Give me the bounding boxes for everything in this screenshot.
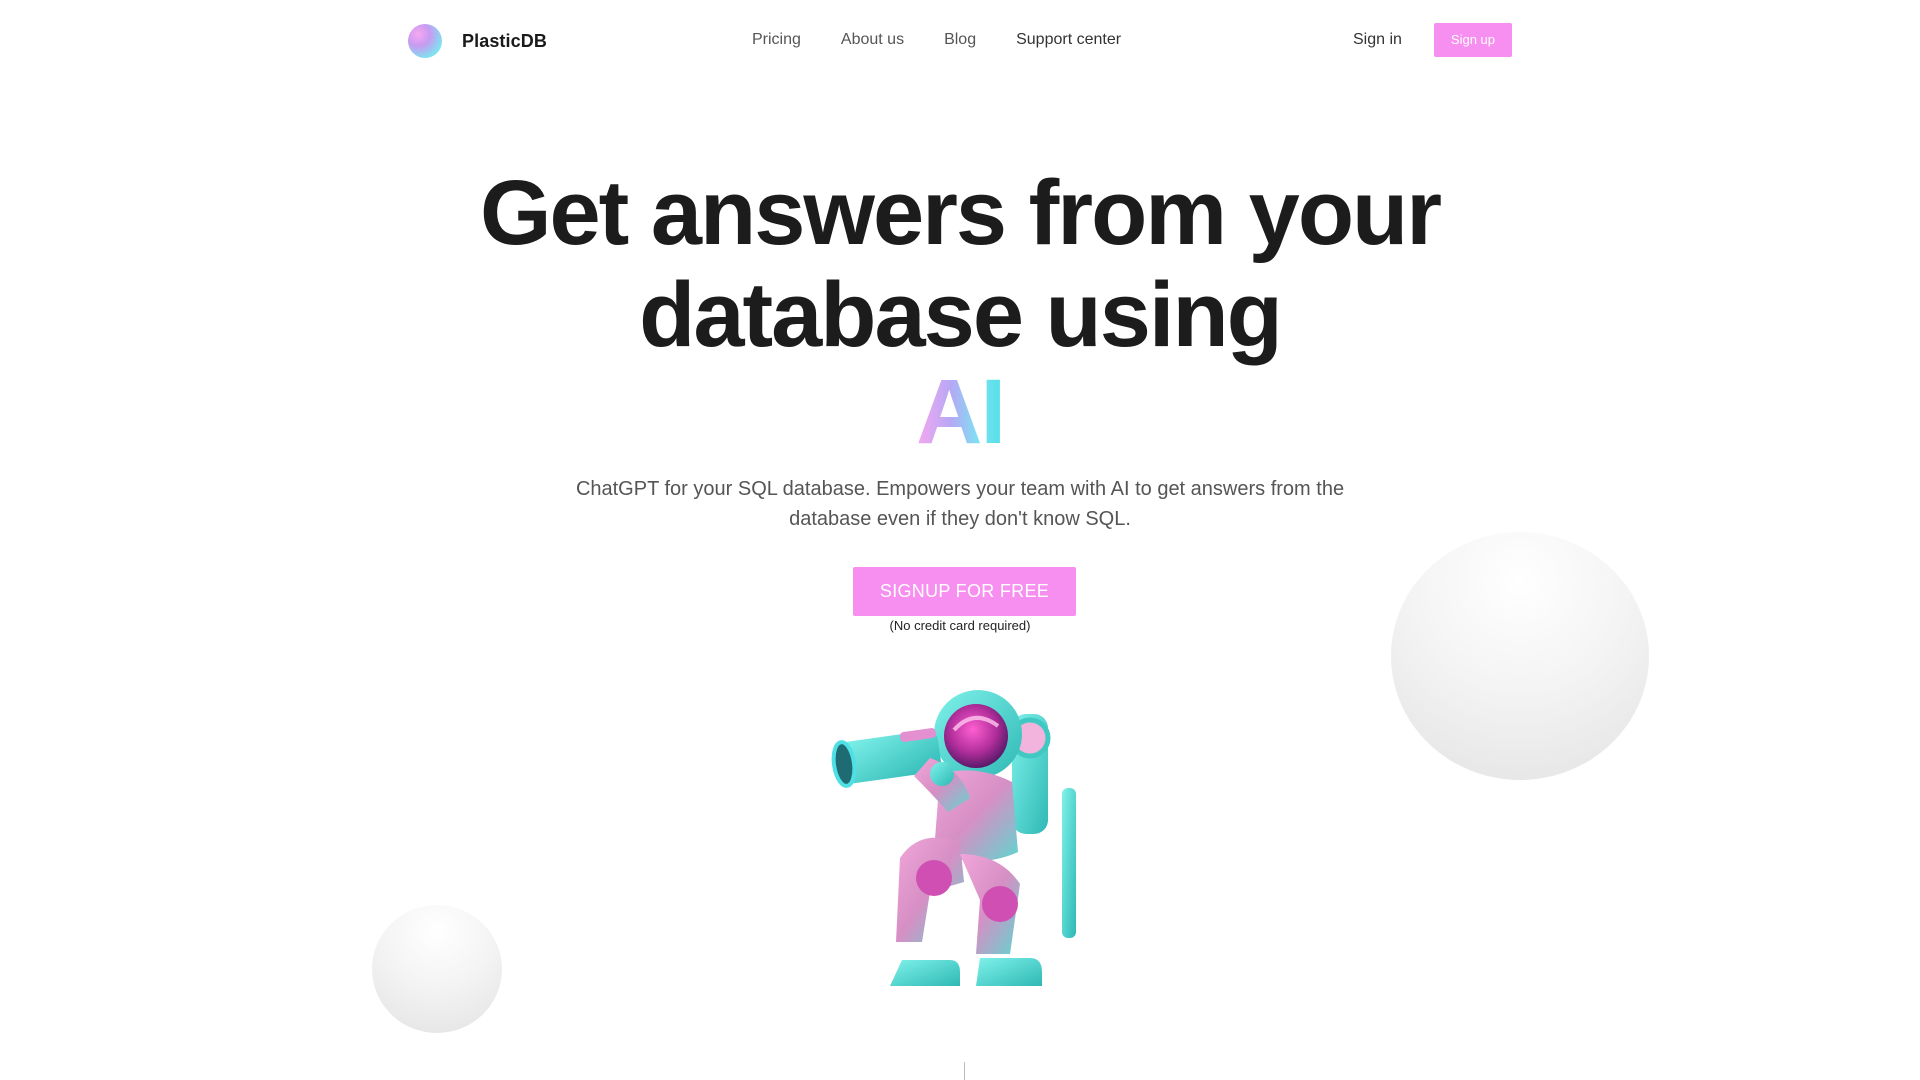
hero-ai-gradient-text: AI — [916, 361, 1006, 463]
decorative-sphere-left — [372, 905, 502, 1033]
decorative-sphere-right — [1391, 532, 1649, 780]
hero-title-highlight: AI — [0, 362, 1920, 462]
nav-auth-actions: Sign in Sign up — [1353, 23, 1512, 57]
hero-subtitle: ChatGPT for your SQL database. Empowers … — [575, 478, 1345, 530]
nav-links: Pricing About us Blog Support center — [752, 28, 1161, 52]
hero-title-line-2: database using — [639, 264, 1283, 366]
gradient-orb-logo-icon — [408, 24, 442, 58]
signup-for-free-button[interactable]: SIGNUP FOR FREE — [853, 567, 1076, 616]
nav-link-blog[interactable]: Blog — [944, 28, 976, 52]
brand-home-link[interactable]: PlasticDB — [408, 24, 547, 58]
hero-title-line-1: Get answers from your — [479, 162, 1442, 264]
scroll-indicator-line — [964, 1062, 965, 1080]
hero-title: Get answers from your database using — [0, 162, 1920, 366]
nav-link-pricing[interactable]: Pricing — [752, 28, 801, 52]
top-navbar: PlasticDB Pricing About us Blog Support … — [0, 0, 1920, 80]
brand-name: PlasticDB — [462, 30, 547, 51]
sign-up-button[interactable]: Sign up — [1433, 23, 1512, 57]
sign-in-link[interactable]: Sign in — [1353, 31, 1402, 49]
astronaut-with-telescope-illustration — [831, 690, 1076, 986]
no-credit-card-note: (No credit card required) — [889, 618, 1031, 633]
nav-link-about-us[interactable]: About us — [841, 28, 904, 52]
landing-page: PlasticDB Pricing About us Blog Support … — [0, 0, 1920, 1080]
nav-link-support-center[interactable]: Support center — [1016, 28, 1121, 52]
